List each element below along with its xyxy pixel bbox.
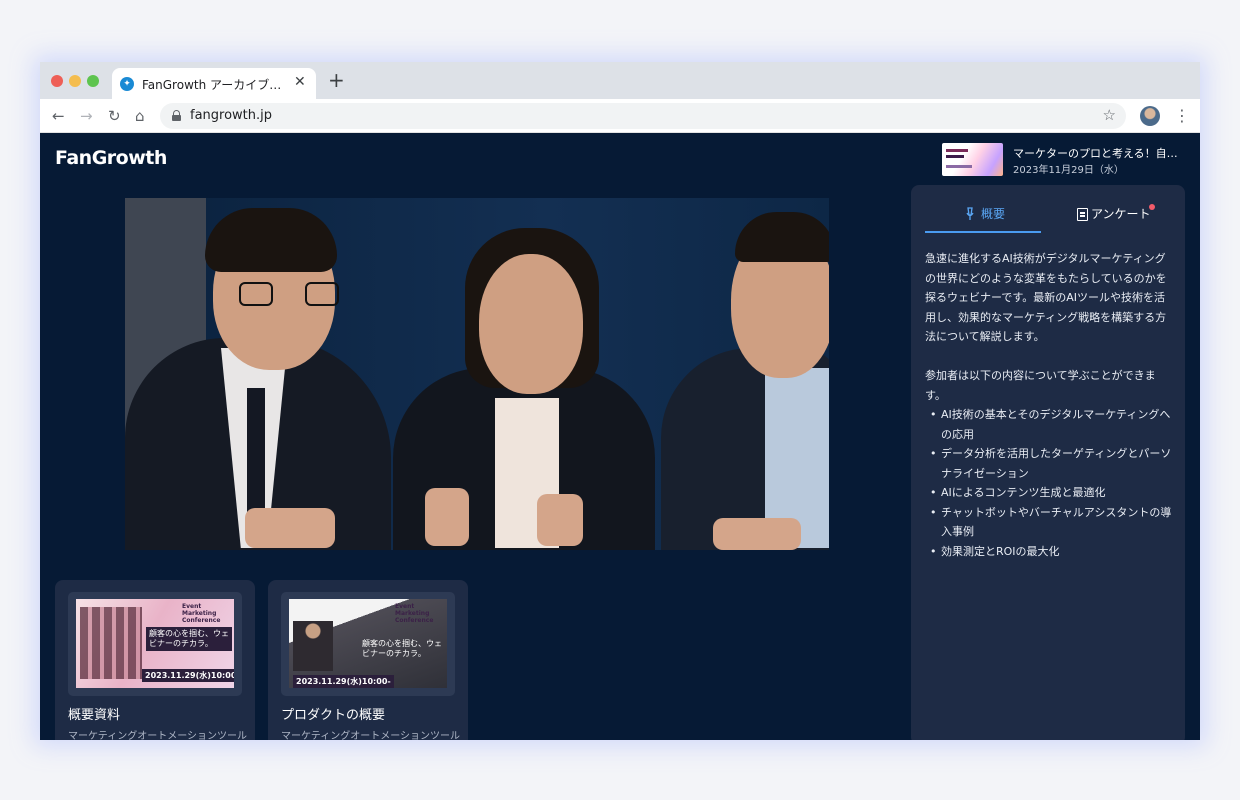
minimize-window-button[interactable] — [69, 75, 81, 87]
profile-avatar[interactable] — [1140, 106, 1160, 126]
overview-content: 急速に進化するAI技術がデジタルマーケティングの世界にどのような変革をもたらして… — [925, 249, 1175, 561]
browser-window: ✦ FanGrowth アーカイブ配信... ✕ + ← → ↻ ⌂ fangr… — [40, 62, 1200, 740]
thumb-date: 2023.11.29(水)10:00- — [293, 675, 394, 688]
thumb-label: Event Marketing Conference — [395, 603, 434, 624]
video-player-image[interactable] — [125, 198, 829, 550]
overview-paragraph-1: 急速に進化するAI技術がデジタルマーケティングの世界にどのような変革をもたらして… — [925, 252, 1167, 343]
overview-panel: 概要 アンケート 急速に進化するAI技術がデジタルマーケティングの世界にどのよう… — [911, 185, 1185, 740]
notification-badge — [1149, 204, 1155, 210]
card-thumbnail: Event Marketing Conference 顧客の心を掴む、ウェビナー… — [68, 592, 242, 696]
new-tab-button[interactable]: + — [328, 68, 345, 92]
page-content: FanGrowth マーケターのプロと考える！自分に… 2023年11月29日（… — [40, 133, 1200, 740]
tab-title: FanGrowth アーカイブ配信... — [142, 78, 290, 92]
address-bar[interactable]: fangrowth.jp ☆ — [160, 103, 1126, 129]
tab-survey[interactable]: アンケート — [1091, 205, 1151, 222]
close-window-button[interactable] — [51, 75, 63, 87]
home-button[interactable]: ⌂ — [135, 107, 145, 125]
thumb-date: 2023.11.29(水)10:00- — [142, 669, 234, 682]
fangrowth-logo[interactable]: FanGrowth — [55, 147, 167, 169]
list-item: チャットボットやバーチャルアシスタントの導入事例 — [930, 503, 1175, 542]
bookmark-star-icon[interactable]: ☆ — [1103, 106, 1116, 124]
reload-button[interactable]: ↻ — [108, 107, 121, 125]
list-item: AIによるコンテンツ生成と最適化 — [930, 483, 1175, 503]
clipboard-icon — [1077, 208, 1088, 221]
maximize-window-button[interactable] — [87, 75, 99, 87]
url-text[interactable]: fangrowth.jp — [190, 108, 272, 123]
thumb-label: Event Marketing Conference — [182, 603, 221, 624]
card-subtitle: マーケティングオートメーションツール — [281, 731, 460, 740]
document-card-overview[interactable]: Event Marketing Conference 顧客の心を掴む、ウェビナー… — [55, 580, 255, 740]
card-thumbnail: Event Marketing Conference 顧客の心を掴む、ウェビナー… — [281, 592, 455, 696]
tab-close-icon[interactable]: ✕ — [294, 74, 306, 90]
event-thumbnail[interactable] — [942, 143, 1003, 176]
document-card-product[interactable]: Event Marketing Conference 顧客の心を掴む、ウェビナー… — [268, 580, 468, 740]
list-item: 効果測定とROIの最大化 — [930, 542, 1175, 562]
active-tab-indicator — [925, 231, 1041, 233]
thumb-copy: 顧客の心を掴む、ウェビナーのチカラ。 — [362, 639, 442, 658]
tab-strip: ✦ FanGrowth アーカイブ配信... ✕ + — [40, 62, 1200, 99]
thumbnail-image: Event Marketing Conference 顧客の心を掴む、ウェビナー… — [289, 599, 447, 688]
browser-tab[interactable]: ✦ FanGrowth アーカイブ配信... ✕ — [112, 68, 316, 99]
list-item: AI技術の基本とそのデジタルマーケティングへの応用 — [930, 405, 1175, 444]
thumb-copy: 顧客の心を掴む、ウェビナーのチカラ。 — [146, 627, 232, 651]
forward-button[interactable]: → — [80, 107, 93, 125]
browser-toolbar: ← → ↻ ⌂ fangrowth.jp ☆ ⋮ — [40, 99, 1200, 133]
card-title: 概要資料 — [68, 708, 121, 723]
overview-paragraph-2: 参加者は以下の内容について学ぶことができます。 — [925, 369, 1156, 402]
attendees-image — [80, 607, 142, 679]
event-title[interactable]: マーケターのプロと考える！自分に… — [1013, 145, 1185, 161]
tab-overview[interactable]: 概要 — [981, 205, 1005, 222]
back-button[interactable]: ← — [52, 107, 65, 125]
speaker-image — [293, 621, 333, 671]
list-item: データ分析を活用したターゲティングとパーソナライゼーション — [930, 444, 1175, 483]
favicon-icon: ✦ — [120, 77, 134, 91]
event-date: 2023年11月29日（水） — [1013, 165, 1124, 176]
microphone-icon — [966, 207, 974, 220]
card-title: プロダクトの概要 — [281, 708, 386, 723]
learning-points-list: AI技術の基本とそのデジタルマーケティングへの応用 データ分析を活用したターゲテ… — [925, 405, 1175, 561]
thumbnail-image: Event Marketing Conference 顧客の心を掴む、ウェビナー… — [76, 599, 234, 688]
browser-menu-icon[interactable]: ⋮ — [1174, 106, 1190, 125]
card-subtitle: マーケティングオートメーションツール — [68, 731, 247, 740]
lock-icon — [172, 110, 181, 121]
